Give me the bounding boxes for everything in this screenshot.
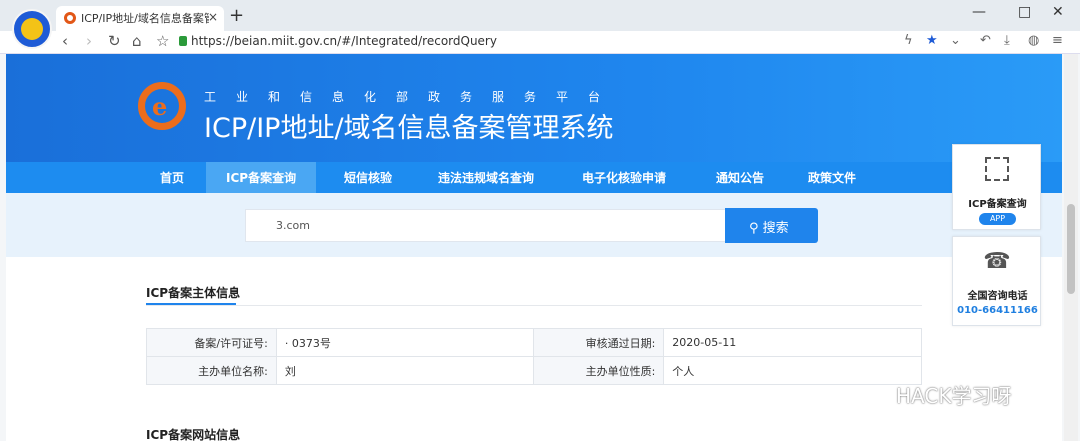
section-title: ICP备案主体信息 (146, 286, 241, 300)
back-icon[interactable]: ‹ (62, 32, 68, 50)
table-value: 个人 (663, 356, 922, 385)
address-toolbar: ‹ › ↻ ⌂ ☆ https://beian.miit.gov.cn/#/In… (0, 31, 1080, 54)
forward-icon[interactable]: › (86, 32, 92, 50)
home-icon[interactable]: ⌂ (132, 32, 142, 50)
lightning-icon[interactable]: ϟ (904, 33, 913, 48)
menu-item-icp-query[interactable]: ICP备案查询 (206, 162, 317, 193)
phone-icon: ☎ (983, 249, 1011, 274)
search-icon: ⚲ (749, 221, 759, 236)
site-subtitle: 工业和信息化部政务服务平台 (204, 90, 621, 104)
app-query-title: ICP备案查询 (968, 199, 1027, 210)
table-label: 审核通过日期: (533, 328, 665, 357)
undo-icon[interactable]: ↶ (980, 33, 991, 48)
table-value: · 0373号 (275, 328, 535, 357)
bookmark-star-icon[interactable]: ☆ (156, 32, 169, 50)
table-label: 主办单位名称: (146, 356, 277, 385)
download-icon[interactable]: ⤓ (1004, 33, 1010, 48)
app-query-card[interactable]: ICP备案查询 APP (952, 144, 1041, 230)
page-scrollbar[interactable] (1064, 54, 1078, 441)
menu-item-home[interactable]: 首页 (160, 169, 184, 186)
table-label: 主办单位性质: (533, 356, 665, 385)
search-button[interactable]: ⚲ 搜索 (725, 208, 818, 243)
wechat-watermark-icon (851, 385, 881, 405)
section-title-website: ICP备案网站信息 (146, 428, 241, 441)
menu-item-policy[interactable]: 政策文件 (808, 169, 856, 186)
menu-item-sms-verify[interactable]: 短信核验 (344, 169, 392, 186)
table-row: 备案/许可证号: · 0373号 审核通过日期: 2020-05-11 (146, 328, 922, 357)
site-emblem-icon: e (138, 82, 186, 130)
site-favicon-icon (64, 12, 76, 24)
minimize-button[interactable]: — (972, 4, 986, 20)
table-value: 2020-05-11 (663, 328, 922, 357)
hotline-number: 010-66411166 (957, 305, 1038, 316)
section-underline (146, 303, 236, 305)
hotline-card[interactable]: ☎ 全国咨询电话 010-66411166 (952, 236, 1041, 326)
maximize-button[interactable]: □ (1018, 4, 1031, 20)
table-label: 备案/许可证号: (146, 328, 277, 357)
site-title: ICP/IP地址/域名信息备案管理系统 (204, 113, 614, 144)
app-badge: APP (979, 213, 1016, 225)
menu-icon[interactable]: ≡ (1052, 33, 1063, 48)
new-tab-button[interactable]: + (229, 5, 244, 26)
scan-qr-icon (985, 157, 1009, 181)
close-window-button[interactable]: ✕ (1052, 4, 1064, 20)
url-field[interactable]: https://beian.miit.gov.cn/#/Integrated/r… (191, 34, 497, 48)
main-menu: 首页 ICP备案查询 短信核验 违法违规域名查询 电子化核验申请 通知公告 政策… (6, 162, 1062, 193)
tab-bar: ICP/IP地址/域名信息备案管理系统 × + — □ ✕ (0, 0, 1080, 31)
table-value: 刘 (275, 356, 535, 385)
menu-item-notices[interactable]: 通知公告 (716, 169, 764, 186)
search-input[interactable]: 3.com (245, 209, 727, 242)
active-tab[interactable]: ICP/IP地址/域名信息备案管理系统 × (56, 6, 224, 31)
menu-item-e-verify[interactable]: 电子化核验申请 (582, 169, 666, 186)
tab-close-icon[interactable]: × (208, 10, 218, 24)
info-table: 备案/许可证号: · 0373号 审核通过日期: 2020-05-11 主办单位… (146, 328, 922, 385)
search-band: 3.com ⚲ 搜索 (6, 193, 1062, 257)
reload-icon[interactable]: ↻ (108, 32, 121, 50)
lock-icon (179, 36, 187, 46)
chevron-down-icon[interactable]: ⌄ (950, 33, 961, 48)
browser-window: ICP/IP地址/域名信息备案管理系统 × + — □ ✕ ‹ › ↻ ⌂ ☆ … (0, 0, 1080, 441)
site-header: e 工业和信息化部政务服务平台 ICP/IP地址/域名信息备案管理系统 (6, 54, 1062, 162)
table-row: 主办单位名称: 刘 主办单位性质: 个人 (146, 356, 922, 385)
watermark-text: HACK学习呀 (896, 384, 1012, 408)
menu-item-illegal-domain[interactable]: 违法违规域名查询 (438, 169, 534, 186)
tab-title: ICP/IP地址/域名信息备案管理系统 (81, 12, 209, 25)
extension-icon[interactable]: ◍ (1028, 33, 1039, 48)
hotline-title: 全国咨询电话 (967, 291, 1028, 302)
browser-logo-icon (12, 9, 52, 49)
search-button-label: 搜索 (762, 221, 789, 236)
favorite-star-icon[interactable]: ★ (926, 33, 938, 48)
section-divider (146, 305, 922, 306)
